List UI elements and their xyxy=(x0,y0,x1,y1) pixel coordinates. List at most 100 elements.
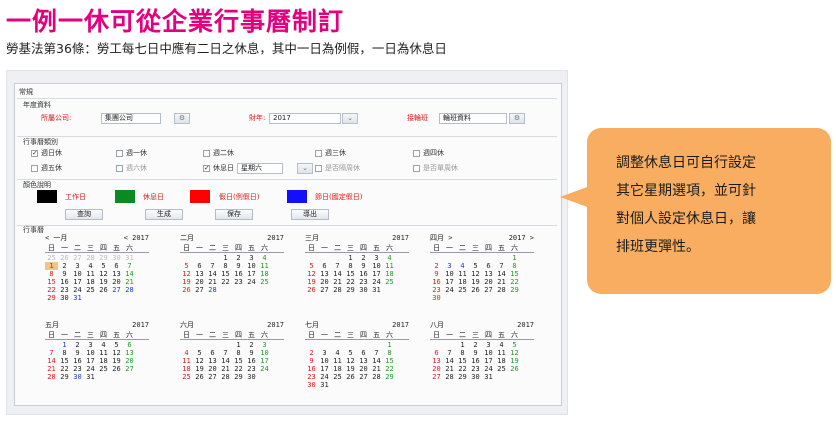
day-cell[interactable]: 24 xyxy=(71,286,84,294)
day-cell[interactable]: 8 xyxy=(232,349,245,357)
day-cell[interactable]: 7 xyxy=(123,262,136,270)
day-cell[interactable]: 13 xyxy=(110,270,123,278)
day-cell[interactable]: 30 xyxy=(245,373,258,381)
day-cell[interactable]: 2 xyxy=(232,254,245,262)
checkbox-saturday-off[interactable] xyxy=(116,165,123,172)
day-cell[interactable]: 21 xyxy=(123,278,136,286)
day-cell[interactable]: 17 xyxy=(482,357,495,365)
day-cell[interactable]: 4 xyxy=(495,341,508,349)
day-cell[interactable]: 31 xyxy=(71,294,84,302)
day-cell[interactable]: 31 xyxy=(318,381,331,389)
day-cell[interactable]: 7 xyxy=(370,349,383,357)
day-cell[interactable]: 18 xyxy=(331,365,344,373)
day-cell[interactable]: 28 xyxy=(219,373,232,381)
day-cell[interactable]: 9 xyxy=(357,262,370,270)
day-cell[interactable]: 26 xyxy=(508,365,521,373)
day-cell[interactable]: 11 xyxy=(258,262,271,270)
day-cell[interactable]: 1 xyxy=(219,254,232,262)
day-cell[interactable]: 8 xyxy=(219,262,232,270)
day-cell[interactable]: 21 xyxy=(206,278,219,286)
day-cell[interactable]: 7 xyxy=(206,262,219,270)
day-cell[interactable]: 23 xyxy=(305,373,318,381)
day-cell[interactable]: 24 xyxy=(318,373,331,381)
day-cell[interactable]: 18 xyxy=(495,357,508,365)
tab-general[interactable]: 常規 xyxy=(19,87,33,97)
day-cell[interactable]: 2 xyxy=(245,341,258,349)
day-cell[interactable]: 10 xyxy=(482,349,495,357)
day-cell[interactable]: 16 xyxy=(232,270,245,278)
day-cell[interactable]: 30 xyxy=(430,294,443,302)
day-cell[interactable]: 5 xyxy=(305,262,318,270)
day-cell[interactable]: 15 xyxy=(58,357,71,365)
day-cell[interactable]: 26 xyxy=(469,286,482,294)
day-cell[interactable]: 29 xyxy=(232,373,245,381)
day-cell[interactable]: 14 xyxy=(219,357,232,365)
day-cell[interactable]: 19 xyxy=(97,278,110,286)
day-cell[interactable]: 25 xyxy=(456,286,469,294)
day-cell[interactable]: 19 xyxy=(305,278,318,286)
day-cell[interactable]: 18 xyxy=(258,270,271,278)
day-cell[interactable]: 22 xyxy=(219,278,232,286)
day-cell[interactable]: 19 xyxy=(508,357,521,365)
day-cell[interactable]: 9 xyxy=(71,349,84,357)
checkbox-tuesday-off[interactable] xyxy=(203,150,210,157)
day-cell[interactable]: 22 xyxy=(508,278,521,286)
day-cell[interactable]: 24 xyxy=(443,286,456,294)
day-cell[interactable]: 6 xyxy=(206,349,219,357)
day-cell[interactable]: 26 xyxy=(305,286,318,294)
day-cell[interactable]: 25 xyxy=(383,278,396,286)
day-cell[interactable]: 16 xyxy=(430,278,443,286)
day-cell[interactable]: 29 xyxy=(383,373,396,381)
day-cell[interactable]: 23 xyxy=(245,365,258,373)
day-cell[interactable]: 27 xyxy=(482,286,495,294)
day-cell[interactable]: 26 xyxy=(344,373,357,381)
day-cell[interactable]: 10 xyxy=(370,262,383,270)
day-cell[interactable]: 22 xyxy=(456,365,469,373)
day-cell[interactable]: 25 xyxy=(495,365,508,373)
day-cell[interactable]: 10 xyxy=(245,262,258,270)
day-cell[interactable]: 5 xyxy=(469,262,482,270)
day-cell[interactable]: 30 xyxy=(305,381,318,389)
day-cell[interactable]: 23 xyxy=(357,278,370,286)
day-cell[interactable]: 3 xyxy=(443,262,456,270)
day-cell[interactable]: 26 xyxy=(193,373,206,381)
day-cell[interactable]: 19 xyxy=(193,365,206,373)
day-cell[interactable]: 1 xyxy=(456,341,469,349)
day-cell[interactable]: 25 xyxy=(331,373,344,381)
checkbox-rest-day[interactable]: ✓ xyxy=(203,165,210,172)
day-cell[interactable]: 24 xyxy=(370,278,383,286)
day-cell[interactable]: 23 xyxy=(232,278,245,286)
day-cell[interactable]: 16 xyxy=(357,270,370,278)
day-cell[interactable]: 27 xyxy=(430,373,443,381)
day-cell[interactable]: 6 xyxy=(357,349,370,357)
day-cell[interactable]: 2 xyxy=(430,262,443,270)
day-cell[interactable]: 4 xyxy=(84,262,97,270)
day-cell[interactable]: 13 xyxy=(123,349,136,357)
day-cell[interactable]: 21 xyxy=(495,278,508,286)
export-button[interactable]: 導出 xyxy=(291,209,329,220)
day-cell[interactable]: 12 xyxy=(469,270,482,278)
day-cell[interactable]: 24 xyxy=(258,365,271,373)
day-cell[interactable]: 2 xyxy=(71,341,84,349)
rest-day-dropdown-icon[interactable]: ⌄ xyxy=(297,163,313,174)
day-cell[interactable]: 4 xyxy=(331,349,344,357)
company-lookup-icon[interactable]: ⚙ xyxy=(174,113,190,124)
day-cell[interactable]: 14 xyxy=(495,270,508,278)
day-cell[interactable]: 26 xyxy=(97,286,110,294)
day-cell[interactable]: 29 xyxy=(456,373,469,381)
checkbox-biweekly-off[interactable] xyxy=(315,165,322,172)
day-cell[interactable]: 18 xyxy=(97,357,110,365)
day-cell[interactable]: 20 xyxy=(318,278,331,286)
day-cell[interactable]: 27 xyxy=(318,286,331,294)
day-cell[interactable]: 13 xyxy=(193,270,206,278)
fiscal-year-dropdown-icon[interactable]: ⌄ xyxy=(342,113,358,124)
day-cell[interactable]: 30 xyxy=(469,373,482,381)
day-cell[interactable]: 11 xyxy=(84,270,97,278)
day-cell[interactable]: 2 xyxy=(305,349,318,357)
day-cell[interactable]: 7 xyxy=(331,262,344,270)
day-cell[interactable]: 6 xyxy=(123,341,136,349)
day-cell[interactable]: 16 xyxy=(71,357,84,365)
day-cell[interactable]: 8 xyxy=(456,349,469,357)
day-cell[interactable]: 4 xyxy=(383,254,396,262)
day-cell[interactable]: 15 xyxy=(456,357,469,365)
